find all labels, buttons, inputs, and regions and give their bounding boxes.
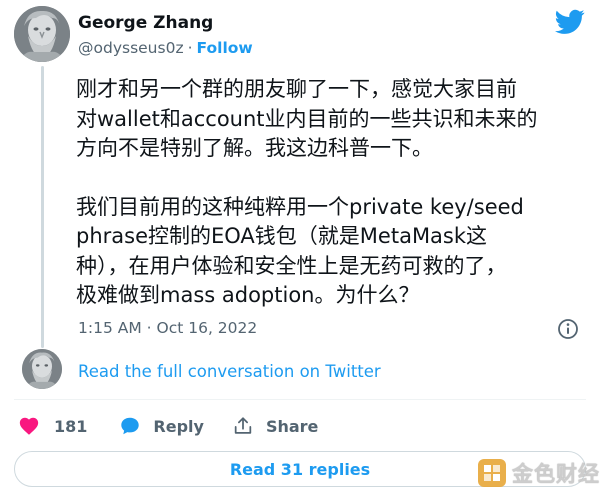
share-upload-icon <box>234 417 252 434</box>
author-name[interactable]: George Zhang <box>78 13 213 33</box>
author-avatar[interactable] <box>14 6 70 62</box>
share-label: Share <box>265 416 319 436</box>
bust-statue-avatar-icon <box>14 6 70 62</box>
thread-avatar[interactable] <box>22 349 62 389</box>
watermark-text: 金色财经 <box>512 462 600 486</box>
like-button[interactable]: 181 <box>18 415 87 437</box>
bust-statue-avatar-icon <box>22 349 62 389</box>
author-handle-row: @odysseus0z · Follow <box>78 39 253 57</box>
author-handle[interactable]: @odysseus0z <box>78 39 184 57</box>
tweet-paragraph: 我们目前用的这种纯粹用一个private key/seed phrase控制的E… <box>76 194 524 308</box>
handle-separator: · <box>187 39 193 57</box>
speech-bubble-icon <box>121 417 140 435</box>
tweet-actions: 181 Reply Share <box>18 412 318 440</box>
read-full-conversation-link[interactable]: Read the full conversation on Twitter <box>78 362 381 381</box>
tweet-text: 刚才和另一个群的朋友聊了一下，感觉大家目前 对wallet和account业内目… <box>76 75 586 311</box>
thread-connector-line <box>41 66 44 348</box>
tweet-paragraph: 刚才和另一个群的朋友聊了一下，感觉大家目前 对wallet和account业内目… <box>76 77 538 160</box>
watermark: 金色财经 <box>477 456 600 490</box>
like-count: 181 <box>54 416 88 436</box>
actions-divider <box>14 399 586 400</box>
follow-button[interactable]: Follow <box>197 39 253 57</box>
reply-label: Reply <box>153 416 204 436</box>
info-icon[interactable] <box>557 318 579 340</box>
twitter-bird-icon[interactable] <box>555 9 585 35</box>
share-button[interactable]: Share <box>232 415 318 437</box>
reply-button[interactable]: Reply <box>119 415 204 437</box>
heart-icon <box>19 417 39 435</box>
tweet-timestamp[interactable]: 1:15 AM · Oct 16, 2022 <box>78 319 257 337</box>
jinse-logo-icon <box>478 459 506 487</box>
